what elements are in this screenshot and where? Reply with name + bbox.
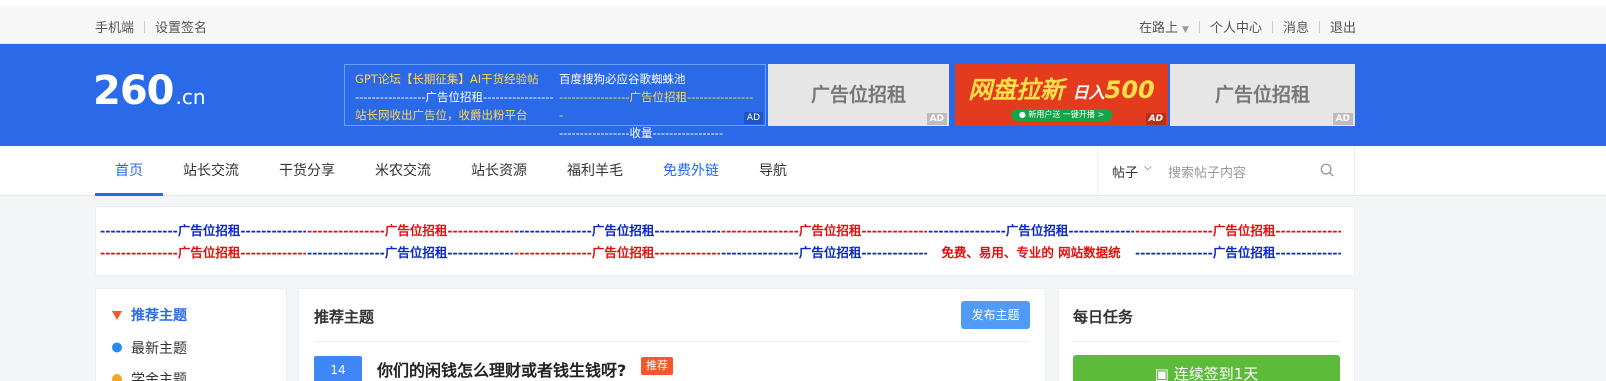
mobile-link[interactable]: 手机端 bbox=[95, 21, 134, 36]
text-ad-grid: ---------------广告位招租------------- ------… bbox=[95, 206, 1355, 276]
banner-ad-headline: 网盘拉新 bbox=[968, 76, 1065, 104]
sidebar-item-recommended[interactable]: 推荐主题 bbox=[111, 305, 187, 325]
search-icon[interactable] bbox=[1320, 163, 1334, 177]
text-ad-link[interactable]: 百度搜狗必应谷歌蜘蛛池 bbox=[559, 70, 757, 88]
banner-ad-text: 广告位招租 bbox=[810, 84, 906, 106]
text-ad-link[interactable]: -----------------广告位招租----------------- bbox=[355, 88, 555, 106]
divider bbox=[144, 21, 146, 33]
nav-item-free-links[interactable]: 免费外链 bbox=[643, 146, 739, 196]
chat-bubble-icon bbox=[112, 342, 122, 353]
post-title-link[interactable]: 你们的闲钱怎么理财或者钱生钱呀? bbox=[377, 357, 626, 381]
text-ad-link[interactable]: -----------------收量----------------- bbox=[559, 124, 757, 142]
recommend-icon bbox=[112, 311, 122, 320]
sidebar-item-latest[interactable]: 最新主题 bbox=[111, 338, 187, 358]
divider bbox=[1198, 21, 1200, 33]
ad-label: AD bbox=[1145, 113, 1166, 125]
user-status-label: 在路上 bbox=[1139, 21, 1179, 36]
site-logo[interactable]: 260 .cn bbox=[93, 68, 206, 114]
divider bbox=[314, 341, 1030, 342]
divider bbox=[1318, 21, 1320, 33]
panel-title: 推荐主题 bbox=[314, 308, 375, 326]
left-sidebar: 推荐主题 最新主题 学金主题 bbox=[95, 288, 287, 381]
logo-main: 260 bbox=[93, 68, 174, 114]
header-text-ad: GPT论坛【长期征集】AI干货经验帖 -----------------广告位招… bbox=[344, 64, 766, 140]
search-box: 帖子 ⌵ 搜索帖子内容 bbox=[1097, 146, 1355, 196]
post-topic-button[interactable]: 发布主题 bbox=[961, 301, 1030, 329]
top-right-links: 在路上 ▼ 个人中心 消息 退出 bbox=[1139, 17, 1356, 36]
ad-link[interactable]: ---------------广告位招租------------- bbox=[1135, 220, 1341, 239]
ad-label: AD bbox=[1332, 113, 1353, 125]
banner-ad-text: 广告位招租 bbox=[1214, 84, 1310, 106]
chevron-down-icon[interactable]: ⌵ bbox=[1144, 162, 1152, 173]
nav-item-welfare[interactable]: 福利羊毛 bbox=[547, 146, 643, 196]
banner-ad-netdisk[interactable]: 网盘拉新 日入500 ● 新用户送 一键开播 > AD bbox=[955, 64, 1168, 126]
ad-link[interactable]: ---------------广告位招租------------- bbox=[100, 242, 306, 261]
text-ad-link[interactable]: 站长网收出广告位，收爵出粉平台 bbox=[355, 106, 555, 124]
banner-ad-subline: ● 新用户送 一键开播 > bbox=[1010, 109, 1113, 121]
ad-link[interactable]: ---------------广告位招租------------- bbox=[1135, 242, 1341, 261]
checkin-button[interactable]: ▣ 连续签到1天 bbox=[1073, 355, 1340, 381]
text-ad-column-2: 百度搜狗必应谷歌蜘蛛池 -----------------广告位招租------… bbox=[559, 70, 757, 142]
checkin-button-label: 连续签到1天 bbox=[1173, 365, 1259, 381]
nav-item-home[interactable]: 首页 bbox=[95, 146, 163, 196]
banner-ad-3[interactable]: 广告位招租 AD bbox=[1170, 64, 1355, 126]
nav-item-domain-exchange[interactable]: 米农交流 bbox=[355, 146, 451, 196]
banner-ad-number: 500 bbox=[1104, 76, 1155, 104]
nav-item-tips[interactable]: 干货分享 bbox=[259, 146, 355, 196]
daily-tasks-panel: 每日任务 ▣ 连续签到1天 bbox=[1058, 288, 1355, 381]
logout-link[interactable]: 退出 bbox=[1330, 21, 1356, 36]
main-nav: 首页 站长交流 干货分享 米农交流 站长资源 福利羊毛 免费外链 导航 帖子 ⌵… bbox=[0, 146, 1606, 196]
text-ad-column-1: GPT论坛【长期征集】AI干货经验帖 -----------------广告位招… bbox=[355, 70, 555, 124]
recommended-topics-panel: 推荐主题 发布主题 14 你们的闲钱怎么理财或者钱生钱呀? 推荐 bbox=[298, 288, 1046, 381]
sidebar-item-reward[interactable]: 学金主题 bbox=[111, 369, 187, 381]
post-reply-count: 14 bbox=[314, 356, 362, 381]
ad-link[interactable]: ---------------广告位招租------------- bbox=[721, 242, 927, 261]
ad-link[interactable]: ---------------广告位招租------------- bbox=[307, 242, 513, 261]
text-ad-link[interactable]: GPT论坛【长期征集】AI干货经验帖 bbox=[355, 70, 555, 88]
nav-item-resources[interactable]: 站长资源 bbox=[451, 146, 547, 196]
logo-suffix: .cn bbox=[175, 85, 206, 109]
sidebar-item-label: 学金主题 bbox=[131, 372, 187, 381]
ad-label: AD bbox=[926, 113, 947, 125]
ad-link[interactable]: ---------------广告位招租------------- bbox=[100, 220, 306, 239]
sidebar-item-label: 推荐主题 bbox=[131, 308, 187, 324]
divider bbox=[1271, 21, 1273, 33]
ad-link[interactable]: ---------------广告位招租------------- bbox=[721, 220, 927, 239]
nav-item-webmaster-exchange[interactable]: 站长交流 bbox=[163, 146, 259, 196]
banner-ad-headline-2: 日入 bbox=[1072, 83, 1105, 102]
recommend-badge: 推荐 bbox=[641, 357, 673, 375]
text-ad-link[interactable]: -----------------广告位招租----------------- bbox=[559, 88, 757, 124]
top-left-links: 手机端 设置签名 bbox=[95, 17, 207, 36]
nav-item-navigation[interactable]: 导航 bbox=[739, 146, 807, 196]
caret-down-icon: ▼ bbox=[1182, 25, 1189, 35]
calendar-icon: ▣ bbox=[1154, 365, 1174, 381]
nav-items: 首页 站长交流 干货分享 米农交流 站长资源 福利羊毛 免费外链 导航 bbox=[95, 146, 807, 196]
banner-ad-1[interactable]: 广告位招租 AD bbox=[768, 64, 949, 126]
search-input[interactable]: 搜索帖子内容 bbox=[1168, 162, 1246, 181]
user-status-dropdown[interactable]: 在路上 ▼ bbox=[1139, 21, 1189, 36]
top-utility-bar: 手机端 设置签名 在路上 ▼ 个人中心 消息 退出 bbox=[0, 0, 1606, 44]
divider bbox=[1073, 341, 1340, 342]
site-header: 260 .cn GPT论坛【长期征集】AI干货经验帖 --------------… bbox=[0, 44, 1606, 146]
set-signature-link[interactable]: 设置签名 bbox=[155, 21, 207, 36]
messages-link[interactable]: 消息 bbox=[1283, 21, 1309, 36]
ad-link[interactable]: 免费、易用、专业的 网站数据统 bbox=[928, 242, 1134, 261]
ad-link[interactable]: ---------------广告位招租------------- bbox=[514, 220, 720, 239]
search-type-select[interactable]: 帖子 bbox=[1112, 162, 1138, 181]
panel-title: 每日任务 bbox=[1073, 308, 1134, 326]
user-center-link[interactable]: 个人中心 bbox=[1210, 21, 1262, 36]
sidebar-item-label: 最新主题 bbox=[131, 341, 187, 357]
ad-label: AD bbox=[743, 112, 763, 124]
ad-link[interactable]: ---------------广告位招租------------- bbox=[928, 220, 1134, 239]
ad-link[interactable]: ---------------广告位招租------------- bbox=[514, 242, 720, 261]
ad-link[interactable]: ---------------广告位招租------------- bbox=[307, 220, 513, 239]
coin-icon bbox=[112, 374, 122, 381]
